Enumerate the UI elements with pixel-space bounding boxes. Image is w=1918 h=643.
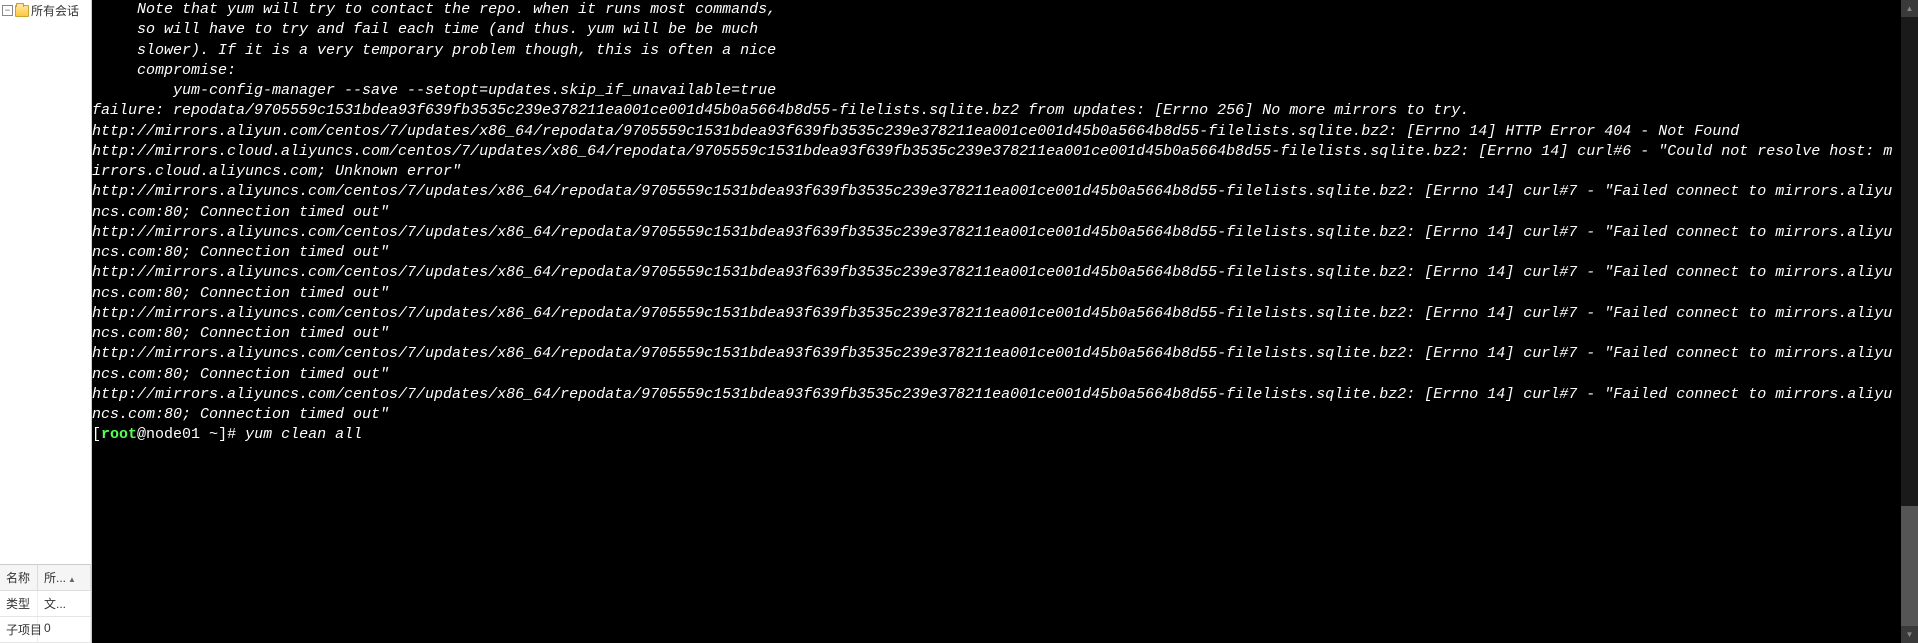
terminal-error-line: http://mirrors.cloud.aliyuncs.com/centos… [92,142,1901,183]
terminal-prompt-line: [root@node01 ~]# yum clean all [92,425,1901,445]
scroll-track[interactable] [1901,17,1918,626]
scroll-up-icon[interactable]: ▲ [1901,0,1918,17]
grid-row: 子项目 0 [0,617,91,643]
folder-icon [15,5,29,17]
prompt-bracket: [ [92,426,101,443]
terminal-failure-line: failure: repodata/9705559c1531bdea93f639… [92,101,1901,121]
terminal-scrollbar[interactable]: ▲ ▼ [1901,0,1918,643]
tree-item-all-sessions[interactable]: − 所有会话 [2,2,89,19]
terminal-error-line: http://mirrors.aliyuncs.com/centos/7/upd… [92,385,1901,426]
prompt-host: @node01 [137,426,200,443]
terminal-error-line: http://mirrors.aliyuncs.com/centos/7/upd… [92,304,1901,345]
header-owner[interactable]: 所...▲ [38,565,91,590]
cell-type-label: 类型 [0,591,38,616]
cell-subitems-value: 0 [38,617,91,642]
terminal-line: yum-config-manager --save --setopt=updat… [92,81,1901,101]
tree-item-label: 所有会话 [31,2,79,19]
sidebar: − 所有会话 名称 所...▲ 类型 文... 子项目 0 [0,0,92,643]
cell-type-value: 文... [38,591,91,616]
session-tree: − 所有会话 [0,0,91,564]
terminal-error-line: http://mirrors.aliyuncs.com/centos/7/upd… [92,182,1901,223]
terminal-line: compromise: [92,61,1901,81]
terminal-error-line: http://mirrors.aliyuncs.com/centos/7/upd… [92,223,1901,264]
prompt-command: yum clean all [245,426,362,443]
terminal-line: slower). If it is a very temporary probl… [92,41,1901,61]
terminal-error-line: http://mirrors.aliyuncs.com/centos/7/upd… [92,344,1901,385]
terminal-error-line: http://mirrors.aliyun.com/centos/7/updat… [92,122,1901,142]
sort-up-icon: ▲ [68,575,76,584]
scroll-thumb[interactable] [1901,506,1918,626]
grid-header: 名称 所...▲ [0,565,91,591]
terminal-error-line: http://mirrors.aliyuncs.com/centos/7/upd… [92,263,1901,304]
scroll-down-icon[interactable]: ▼ [1901,626,1918,643]
header-name[interactable]: 名称 [0,565,38,590]
details-grid: 名称 所...▲ 类型 文... 子项目 0 [0,564,91,643]
prompt-path: ~ [200,426,218,443]
terminal-output[interactable]: Note that yum will try to contact the re… [92,0,1901,643]
grid-row: 类型 文... [0,591,91,617]
cell-subitems-label: 子项目 [0,617,38,642]
tree-collapse-icon[interactable]: − [2,5,13,16]
terminal-line: so will have to try and fail each time (… [92,20,1901,40]
prompt-marker: ]# [218,426,245,443]
terminal-line: Note that yum will try to contact the re… [92,0,1901,20]
prompt-user: root [101,426,137,443]
